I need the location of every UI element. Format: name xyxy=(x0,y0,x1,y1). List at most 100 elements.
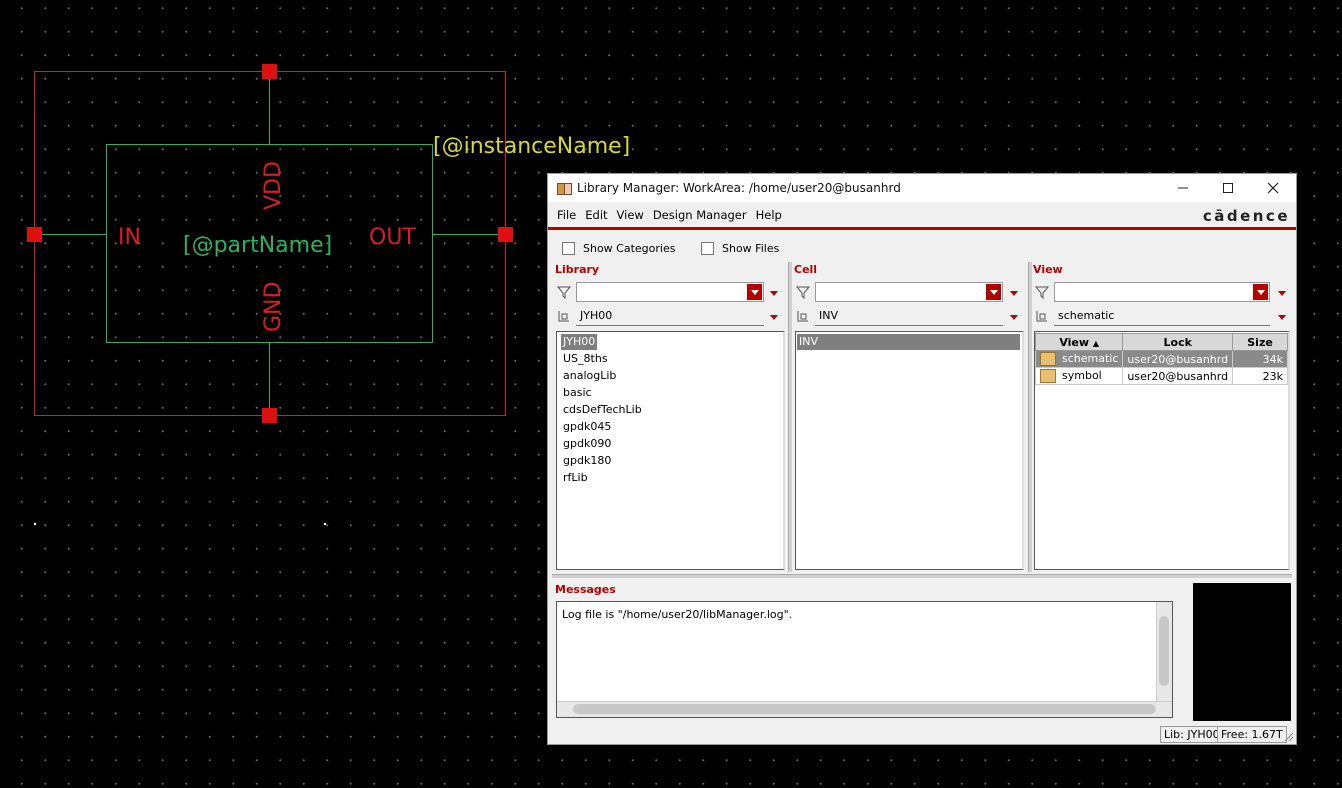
pin-handle-top[interactable] xyxy=(262,64,277,79)
part-name-label: [@partName] xyxy=(183,233,332,258)
library-name-dropdown-arrow[interactable] xyxy=(770,315,778,320)
library-manager-window[interactable]: Library Manager: WorkArea: /home/user20@… xyxy=(547,173,1297,745)
cell-item[interactable]: INV xyxy=(797,334,1020,350)
messages-horizontal-scrollbar[interactable] xyxy=(557,701,1172,717)
library-browse-icon xyxy=(558,311,569,322)
size-cell: 23k xyxy=(1232,367,1288,385)
column-splitter[interactable] xyxy=(788,262,792,572)
close-icon xyxy=(1267,182,1279,194)
library-item[interactable]: basic xyxy=(561,385,594,401)
cell-label: Cell xyxy=(794,263,818,276)
library-item[interactable]: gpdk180 xyxy=(561,453,613,469)
title-bar[interactable]: Library Manager: WorkArea: /home/user20@… xyxy=(548,174,1296,202)
view-filter-dropdown-button[interactable] xyxy=(1253,284,1268,300)
close-button[interactable] xyxy=(1250,174,1296,202)
library-filter-icon xyxy=(557,286,571,299)
library-item[interactable]: rfLib xyxy=(561,470,590,486)
size-cell: 34k xyxy=(1232,350,1288,368)
menu-edit[interactable]: Edit xyxy=(585,208,607,222)
sort-ascending-icon: ▲ xyxy=(1092,338,1100,348)
cell-list[interactable]: INV xyxy=(795,331,1024,570)
library-filter-input[interactable] xyxy=(576,282,764,302)
table-row[interactable]: symbol user20@busanhrd 23k xyxy=(1034,367,1288,385)
messages-label: Messages xyxy=(555,583,616,596)
view-table: View ▲ Lock Size schematic user20@busanh… xyxy=(1034,333,1288,385)
cell-filter-input[interactable] xyxy=(815,282,1003,302)
view-cell: symbol xyxy=(1034,367,1124,385)
status-library: Lib: JYH00 xyxy=(1160,726,1224,743)
pin-handle-left[interactable] xyxy=(27,227,42,242)
minimize-button[interactable] xyxy=(1160,174,1206,202)
cell-browse-icon xyxy=(797,311,808,322)
instance-name-label: [@instanceName] xyxy=(433,134,630,159)
column-splitter[interactable] xyxy=(1028,262,1032,572)
table-row[interactable]: schematic user20@busanhrd 34k xyxy=(1034,350,1288,368)
cell-name-field[interactable]: INV xyxy=(815,306,1003,326)
view-filter-icon xyxy=(1035,286,1049,299)
column-header-lock[interactable]: Lock xyxy=(1122,333,1234,351)
pin-label-vdd: VDD xyxy=(261,161,286,210)
resize-grip-icon[interactable] xyxy=(1284,732,1294,742)
menu-file[interactable]: File xyxy=(557,208,576,222)
column-header-size[interactable]: Size xyxy=(1232,333,1288,351)
pane-splitter[interactable] xyxy=(552,574,1292,578)
menu-help[interactable]: Help xyxy=(756,208,782,222)
maximize-icon xyxy=(1223,183,1233,193)
preview-panel xyxy=(1193,583,1291,721)
library-item[interactable]: JYH00 xyxy=(561,334,598,350)
pin-handle-right[interactable] xyxy=(498,227,513,242)
view-table-container[interactable]: View ▲ Lock Size schematic user20@busanh… xyxy=(1034,331,1290,570)
show-files-toggle[interactable]: Show Files xyxy=(701,242,779,255)
messages-vertical-scrollbar[interactable] xyxy=(1156,602,1172,702)
column-header-view[interactable]: View ▲ xyxy=(1034,333,1124,351)
cell-filter-menu-arrow[interactable] xyxy=(1010,291,1018,296)
book-icon xyxy=(557,182,572,195)
show-files-label: Show Files xyxy=(722,242,780,255)
messages-pane[interactable]: Log file is "/home/user20/libManager.log… xyxy=(556,601,1173,718)
grid-marker xyxy=(33,522,37,526)
brand-divider xyxy=(548,227,1296,230)
pin-label-gnd: GND xyxy=(261,282,286,332)
maximize-button[interactable] xyxy=(1205,174,1251,202)
scrollbar-thumb[interactable] xyxy=(573,704,1156,714)
status-free-space: Free: 1.67T xyxy=(1217,726,1287,743)
pin-handle-bottom[interactable] xyxy=(262,408,277,423)
view-label: View xyxy=(1033,263,1063,276)
origin-marker xyxy=(323,522,327,526)
pin-label-in: IN xyxy=(118,225,141,250)
library-filter-menu-arrow[interactable] xyxy=(770,291,778,296)
lock-cell: user20@busanhrd xyxy=(1122,367,1234,385)
cell-filter-dropdown-button[interactable] xyxy=(986,284,1001,300)
cell-name-dropdown-arrow[interactable] xyxy=(1010,315,1018,320)
cadence-logo: cādence xyxy=(1202,207,1290,225)
schematic-view-icon xyxy=(1040,352,1056,366)
library-name-field[interactable]: JYH00 xyxy=(576,306,764,326)
library-list[interactable]: JYH00 US_8ths analogLib basic cdsDefTech… xyxy=(556,331,785,570)
symbol-view-icon xyxy=(1040,369,1056,383)
cell-filter-icon xyxy=(796,286,810,299)
message-text: Log file is "/home/user20/libManager.log… xyxy=(562,608,793,621)
view-filter-input[interactable] xyxy=(1054,282,1270,302)
window-title: Library Manager: WorkArea: /home/user20@… xyxy=(577,181,901,195)
view-filter-menu-arrow[interactable] xyxy=(1278,291,1286,296)
menu-bar: File Edit View Design Manager Help xyxy=(548,203,1296,227)
library-item[interactable]: analogLib xyxy=(561,368,618,384)
library-item[interactable]: gpdk045 xyxy=(561,419,613,435)
show-categories-checkbox[interactable] xyxy=(562,242,575,255)
library-item[interactable]: cdsDefTechLib xyxy=(561,402,644,418)
show-files-checkbox[interactable] xyxy=(701,242,714,255)
view-name-field[interactable]: schematic xyxy=(1054,306,1270,326)
library-filter-dropdown-button[interactable] xyxy=(747,284,762,300)
show-categories-label: Show Categories xyxy=(583,242,676,255)
menu-design-manager[interactable]: Design Manager xyxy=(653,208,747,222)
view-cell: schematic xyxy=(1034,350,1124,368)
view-browse-icon xyxy=(1036,311,1047,322)
view-name-dropdown-arrow[interactable] xyxy=(1278,315,1286,320)
scrollbar-thumb[interactable] xyxy=(1159,616,1169,686)
pin-label-out: OUT xyxy=(369,225,416,250)
library-item[interactable]: US_8ths xyxy=(561,351,610,367)
minimize-icon xyxy=(1178,187,1188,189)
menu-view[interactable]: View xyxy=(617,208,644,222)
show-categories-toggle[interactable]: Show Categories xyxy=(562,242,675,255)
library-item[interactable]: gpdk090 xyxy=(561,436,613,452)
